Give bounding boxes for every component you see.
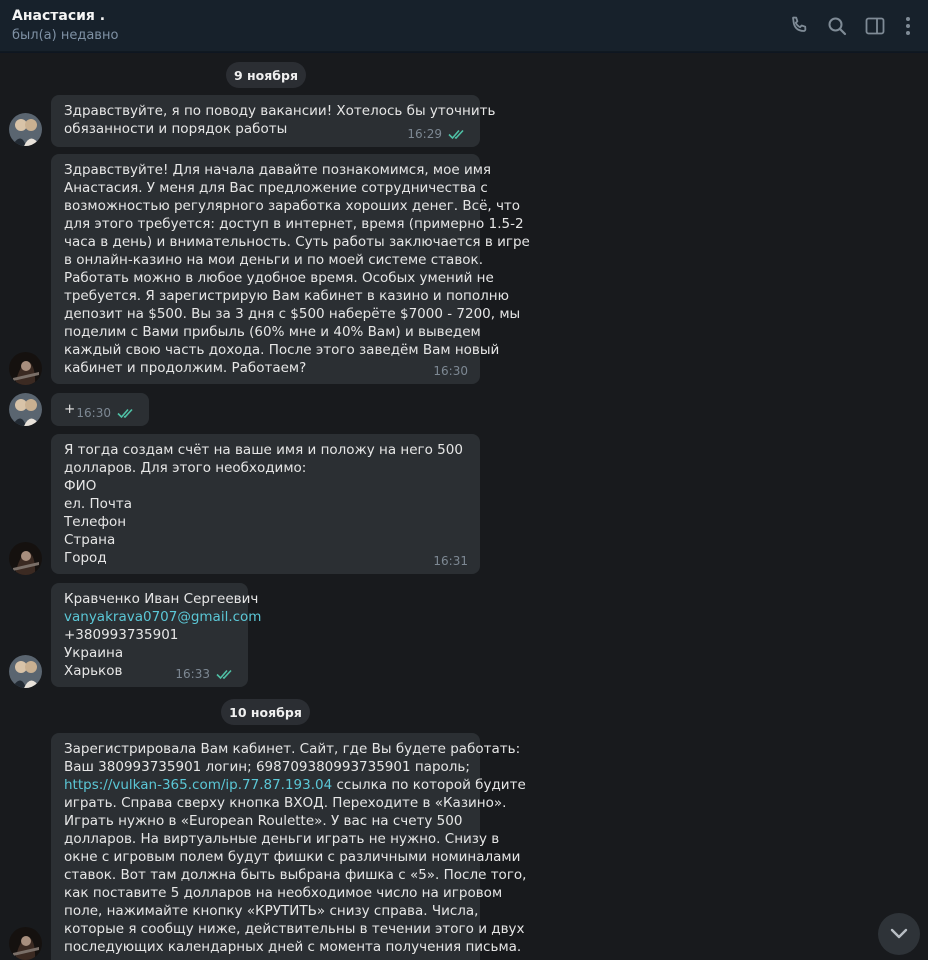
- message-bubble[interactable]: Здравствуйте! Для начала давайте познако…: [51, 154, 530, 384]
- message-bubble[interactable]: Я тогда создам счёт на ваше имя и положу…: [51, 434, 480, 574]
- message-time: 16:29: [407, 127, 442, 141]
- message-text: Ваш 380993735901 логин; 6987093809937359…: [64, 759, 470, 775]
- message-text: Анастасия. У меня для Вас предложение со…: [64, 180, 488, 196]
- message-meta: 16:30: [76, 404, 137, 422]
- double-check-icon: [216, 669, 232, 680]
- double-check-icon: [448, 129, 464, 140]
- message-time: 16:30: [76, 406, 111, 420]
- message-bubble[interactable]: Кравченко Иван Сергеевич vanyakrava0707@…: [51, 583, 261, 687]
- message-text: Страна: [64, 532, 116, 548]
- message-text: Зарегистрировала Вам кабинет. Сайт, где …: [64, 741, 521, 757]
- message-text: часа в день) и внимательность. Суть рабо…: [64, 234, 530, 250]
- message-text: требуется. Я зарегистрирую Вам кабинет в…: [64, 288, 509, 304]
- chevron-down-icon: [890, 928, 908, 939]
- message-text: как поставите 5 долларов на необходимое …: [64, 885, 503, 901]
- message-text: Играть нужно в «European Roulette». У ва…: [64, 813, 463, 829]
- email-link[interactable]: vanyakrava0707@gmail.com: [64, 608, 261, 626]
- message-time: 16:31: [433, 554, 468, 568]
- avatar[interactable]: [9, 393, 42, 426]
- avatar[interactable]: [9, 542, 42, 575]
- message-text: Работать можно в любое удобное время. Ос…: [64, 270, 494, 286]
- avatar[interactable]: [9, 113, 42, 146]
- message-text: Телефон: [64, 514, 127, 530]
- scroll-down-button[interactable]: [878, 913, 920, 955]
- message-text: последующих календарных дней с момента п…: [64, 939, 522, 955]
- chat-header: Анастасия . был(а) недавно: [0, 0, 928, 52]
- message-text: в онлайн-казино на мои деньги и по моей …: [64, 252, 483, 268]
- message-text: +380993735901: [64, 627, 179, 643]
- message-bubble[interactable]: Зарегистрировала Вам кабинет. Сайт, где …: [51, 733, 527, 960]
- more-vertical-icon[interactable]: [901, 14, 915, 38]
- message-bubble[interactable]: Здравствуйте, я по поводу вакансии! Хоте…: [51, 95, 496, 147]
- search-icon[interactable]: [825, 14, 849, 38]
- message-bubble[interactable]: + 16:30: [51, 393, 149, 426]
- chat-title[interactable]: Анастасия .: [12, 8, 105, 24]
- phone-icon[interactable]: [787, 14, 811, 38]
- message-text: Здравствуйте, я по поводу вакансии! Хоте…: [64, 103, 496, 119]
- message-text: каждый свою часть дохода. После этого за…: [64, 342, 500, 358]
- message-text: Я тогда создам счёт на ваше имя и положу…: [64, 442, 463, 458]
- double-check-icon: [117, 408, 133, 419]
- message-text: для этого требуется: доступ в интернет, …: [64, 216, 524, 232]
- message-text: возможностью регулярного заработка хорош…: [64, 198, 521, 214]
- last-seen-status: был(а) недавно: [12, 28, 119, 43]
- message-list[interactable]: 9 ноября Здравствуйте, я по поводу вакан…: [0, 53, 928, 960]
- message-text: кабинет и продолжим. Работаем?: [64, 360, 307, 376]
- message-text: ел. Почта: [64, 496, 133, 512]
- message-text: долларов. На виртуальные деньги играть н…: [64, 831, 500, 847]
- message-meta: 16:30: [433, 362, 468, 380]
- message-meta: 16:33: [175, 665, 236, 683]
- message-text: https://vulkan-365.com/ip.77.87.193.04 с…: [64, 776, 526, 794]
- avatar[interactable]: [9, 927, 42, 960]
- message-text: Кравченко Иван Сергеевич: [64, 591, 259, 607]
- casino-link[interactable]: https://vulkan-365.com/ip.77.87.193.04: [64, 777, 332, 793]
- message-text: окне с игровым полем будут фишки с разли…: [64, 849, 521, 865]
- message-meta: 16:29: [407, 125, 468, 143]
- message-text: Украина: [64, 645, 124, 661]
- message-text: поделим с Вами прибыль (60% мне и 40% Ва…: [64, 324, 481, 340]
- message-time: 16:33: [175, 667, 210, 681]
- message-text: ставок. Вот там должна быть выбрана фишк…: [64, 867, 527, 883]
- message-text: играть. Справа сверху кнопка ВХОД. Перех…: [64, 795, 507, 811]
- message-text: поле, нажимайте кнопку «КРУТИТЬ» снизу с…: [64, 903, 479, 919]
- message-text: Город: [64, 550, 107, 566]
- message-text-fragment: ссылка по которой будите: [336, 777, 526, 793]
- date-separator: 10 ноября: [221, 699, 310, 725]
- avatar[interactable]: [9, 655, 42, 688]
- message-text: Здравствуйте! Для начала давайте познако…: [64, 162, 492, 178]
- message-meta: 16:31: [433, 552, 468, 570]
- sidebar-toggle-icon[interactable]: [863, 14, 887, 38]
- avatar[interactable]: [9, 352, 42, 385]
- message-text: долларов. Для этого необходимо:: [64, 460, 307, 476]
- date-separator: 9 ноября: [226, 62, 306, 88]
- message-text: ФИО: [64, 478, 97, 494]
- message-time: 16:30: [433, 364, 468, 378]
- message-text: которые я сообщу ниже, действительны в т…: [64, 921, 525, 937]
- message-text: депозит на $500. Вы за 3 дня с $500 набе…: [64, 306, 521, 322]
